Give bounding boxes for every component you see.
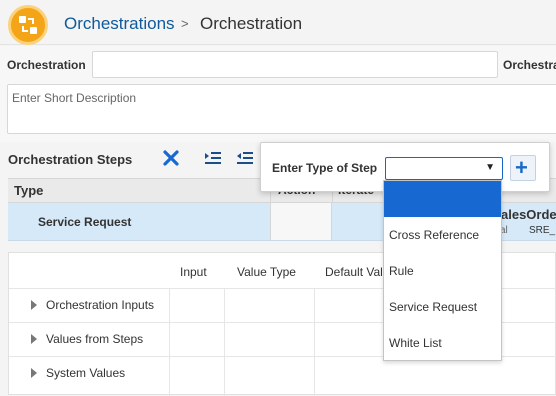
expand-triangle-icon[interactable]	[31, 300, 37, 310]
page-title: Orchestration	[200, 14, 303, 33]
expand-triangle-icon[interactable]	[31, 334, 37, 344]
chevron-down-icon[interactable]: ▼	[485, 162, 495, 173]
page-header: Orchestrations > Orchestration	[0, 0, 556, 45]
orchestration-label: Orchestration	[7, 58, 86, 72]
breadcrumb-orchestrations-link[interactable]: Orchestrations	[64, 14, 175, 34]
plus-icon: +	[515, 155, 528, 180]
dropdown-option-white-list[interactable]: White List	[384, 325, 501, 361]
second-field-label: Orchestra	[503, 58, 556, 72]
tree-row-label: Values from Steps	[46, 332, 144, 346]
short-description-input[interactable]: Enter Short Description	[7, 84, 556, 134]
dropdown-option-service-request[interactable]: Service Request	[384, 289, 501, 325]
dropdown-option-cross-reference[interactable]: Cross Reference	[384, 217, 501, 253]
column-type-header[interactable]: Type	[14, 183, 43, 198]
orchestration-name-input[interactable]	[92, 51, 498, 78]
step-type-cell: Service Request	[38, 215, 132, 229]
description-placeholder: Enter Short Description	[12, 91, 137, 105]
expand-triangle-icon[interactable]	[31, 368, 37, 378]
dropdown-option-label: Cross Reference	[389, 228, 480, 242]
step-id-cell: SRE_	[529, 225, 556, 236]
column-value-type-header: Value Type	[237, 265, 296, 279]
outdent-icon[interactable]	[235, 148, 255, 168]
dropdown-option-rule[interactable]: Rule	[384, 253, 501, 289]
step-type-select[interactable]: ▼	[385, 157, 503, 180]
step-type-label: Enter Type of Step	[272, 161, 378, 175]
tree-row-label: Orchestration Inputs	[46, 298, 155, 312]
add-step-button[interactable]: +	[510, 155, 536, 181]
delete-x-icon[interactable]	[161, 148, 181, 168]
column-input-header: Input	[180, 265, 207, 279]
column-default-value-header: Default Val	[325, 265, 383, 279]
breadcrumb-separator: >	[181, 16, 189, 31]
app-glyph-icon	[19, 16, 37, 34]
step-type-dropdown-list: Cross Reference Rule Service Request Whi…	[383, 180, 502, 361]
orchestration-steps-title: Orchestration Steps	[8, 152, 133, 167]
dropdown-option-label: Rule	[389, 264, 414, 278]
tree-row-label: System Values	[46, 366, 126, 380]
indent-icon[interactable]	[203, 148, 223, 168]
step-name-cell: alesOrde	[501, 207, 556, 222]
action-cell[interactable]	[270, 203, 332, 240]
orchestration-form: Orchestration Orchestra Enter Short Desc…	[0, 46, 556, 142]
dropdown-option-label: White List	[389, 336, 442, 350]
dropdown-option-blank[interactable]	[384, 181, 501, 217]
orchestration-app-icon[interactable]	[8, 5, 48, 45]
dropdown-option-label: Service Request	[389, 300, 478, 314]
